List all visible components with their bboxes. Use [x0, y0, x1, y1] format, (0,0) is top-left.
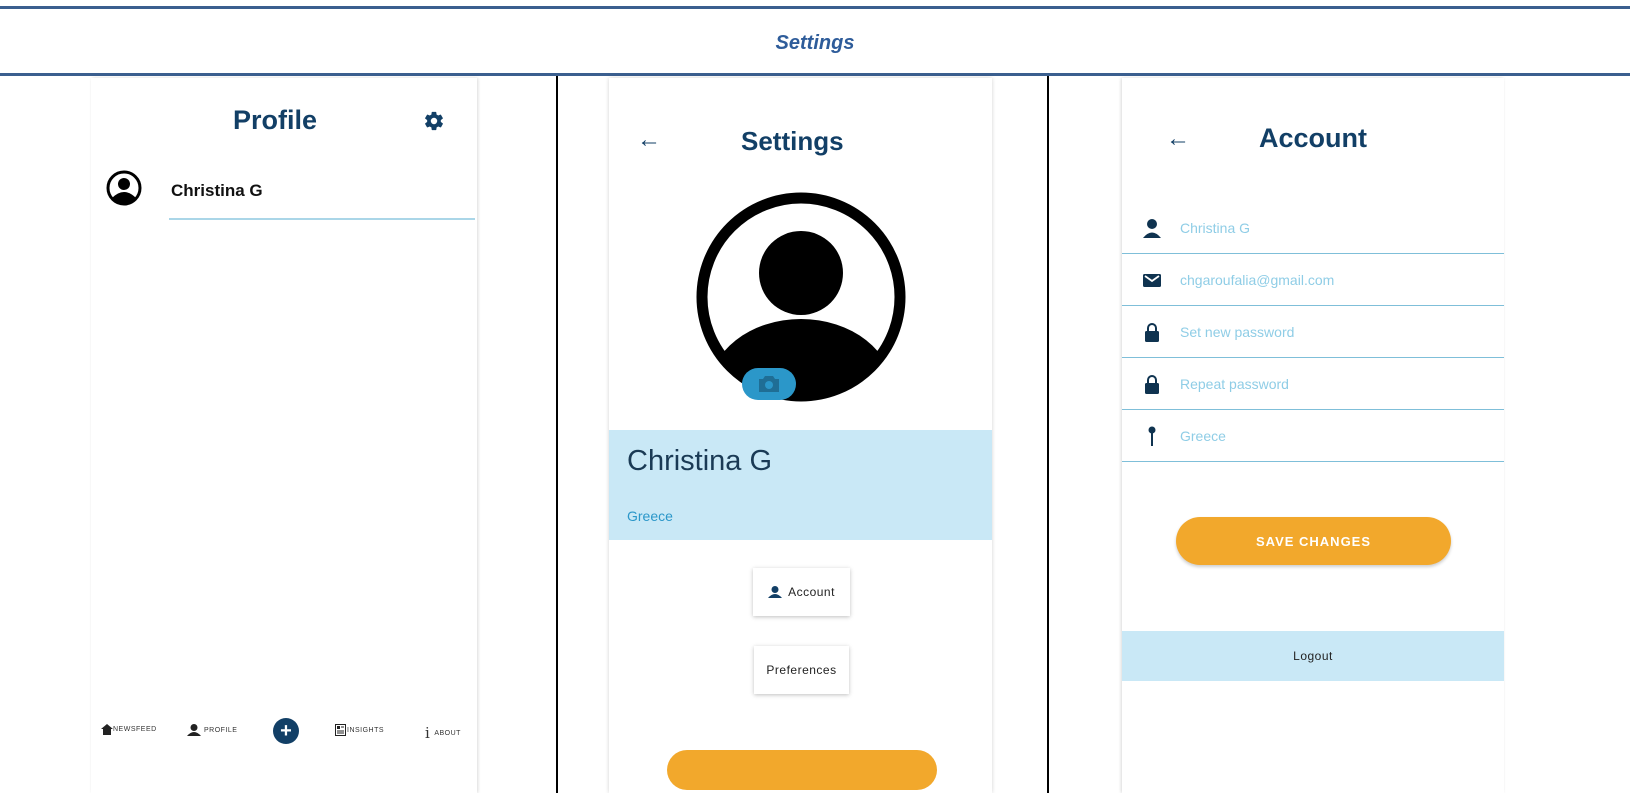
- gear-icon[interactable]: [423, 110, 445, 132]
- back-arrow-icon[interactable]: ←: [1166, 125, 1190, 153]
- profile-title: Profile: [233, 105, 318, 135]
- header-top-rule: [0, 6, 1630, 9]
- settings-screen: ← Settings Christina G Greece Account Pr…: [609, 78, 992, 793]
- nav-newsfeed-label: NEWSFEED: [113, 726, 157, 733]
- profile-screen: Profile Christina G NEWSFEED PROFILE + I…: [91, 78, 477, 793]
- nav-profile-label: PROFILE: [204, 726, 238, 734]
- newspaper-icon: [335, 724, 346, 736]
- preferences-button[interactable]: Preferences: [754, 646, 849, 694]
- settings-user-country: Greece: [627, 508, 673, 524]
- info-icon: i: [425, 724, 431, 742]
- save-changes-button[interactable]: SAVE CHANGES: [1176, 517, 1451, 565]
- profile-photo: [696, 192, 906, 402]
- new-password-placeholder: Set new password: [1180, 324, 1295, 340]
- nav-about[interactable]: i ABOUT: [425, 724, 461, 742]
- repeat-password-field[interactable]: Repeat password: [1122, 358, 1504, 410]
- email-placeholder: chgaroufalia@gmail.com: [1180, 272, 1335, 288]
- header-bottom-rule: [0, 73, 1630, 76]
- nav-insights[interactable]: INSIGHTS: [335, 724, 384, 736]
- pin-icon: [1148, 426, 1156, 446]
- settings-title: Settings: [741, 126, 844, 156]
- profile-summary: Christina G Greece: [609, 430, 992, 540]
- avatar-icon: [106, 170, 142, 206]
- profile-user-name[interactable]: Christina G: [171, 181, 263, 201]
- person-icon: [187, 724, 201, 736]
- name-placeholder: Christina G: [1180, 220, 1251, 236]
- camera-icon: [759, 376, 779, 392]
- person-icon: [768, 586, 783, 598]
- new-password-field[interactable]: Set new password: [1122, 306, 1504, 358]
- account-button-label: Account: [788, 585, 835, 599]
- email-field[interactable]: chgaroufalia@gmail.com: [1122, 254, 1504, 306]
- nav-newsfeed[interactable]: NEWSFEED: [101, 724, 157, 735]
- lock-icon: [1145, 323, 1159, 342]
- settings-user-name: Christina G: [627, 445, 773, 477]
- account-title: Account: [1259, 123, 1367, 153]
- logout-button[interactable]: Logout: [1122, 631, 1504, 681]
- bottom-navigation: NEWSFEED PROFILE + INSIGHTS i ABOUT: [91, 716, 477, 748]
- page-title: Settings: [775, 32, 855, 54]
- name-field[interactable]: Christina G: [1122, 202, 1504, 254]
- nav-insights-label: INSIGHTS: [347, 726, 385, 734]
- account-screen: ← Account Christina G chgaroufalia@gmail…: [1122, 78, 1504, 793]
- nav-about-label: ABOUT: [434, 729, 461, 737]
- column-divider: [556, 76, 558, 793]
- change-photo-button[interactable]: [742, 368, 796, 400]
- person-icon: [1143, 219, 1161, 238]
- nav-profile[interactable]: PROFILE: [187, 724, 237, 736]
- repeat-password-placeholder: Repeat password: [1180, 376, 1289, 392]
- action-button[interactable]: [667, 750, 937, 790]
- location-field[interactable]: Greece: [1122, 410, 1504, 462]
- add-button[interactable]: +: [273, 718, 299, 744]
- home-icon: [101, 724, 113, 735]
- column-divider: [1047, 76, 1049, 793]
- account-button[interactable]: Account: [753, 568, 850, 616]
- divider: [169, 218, 475, 220]
- lock-icon: [1145, 375, 1159, 394]
- location-placeholder: Greece: [1180, 428, 1226, 444]
- back-arrow-icon[interactable]: ←: [637, 126, 661, 154]
- mail-icon: [1143, 274, 1161, 287]
